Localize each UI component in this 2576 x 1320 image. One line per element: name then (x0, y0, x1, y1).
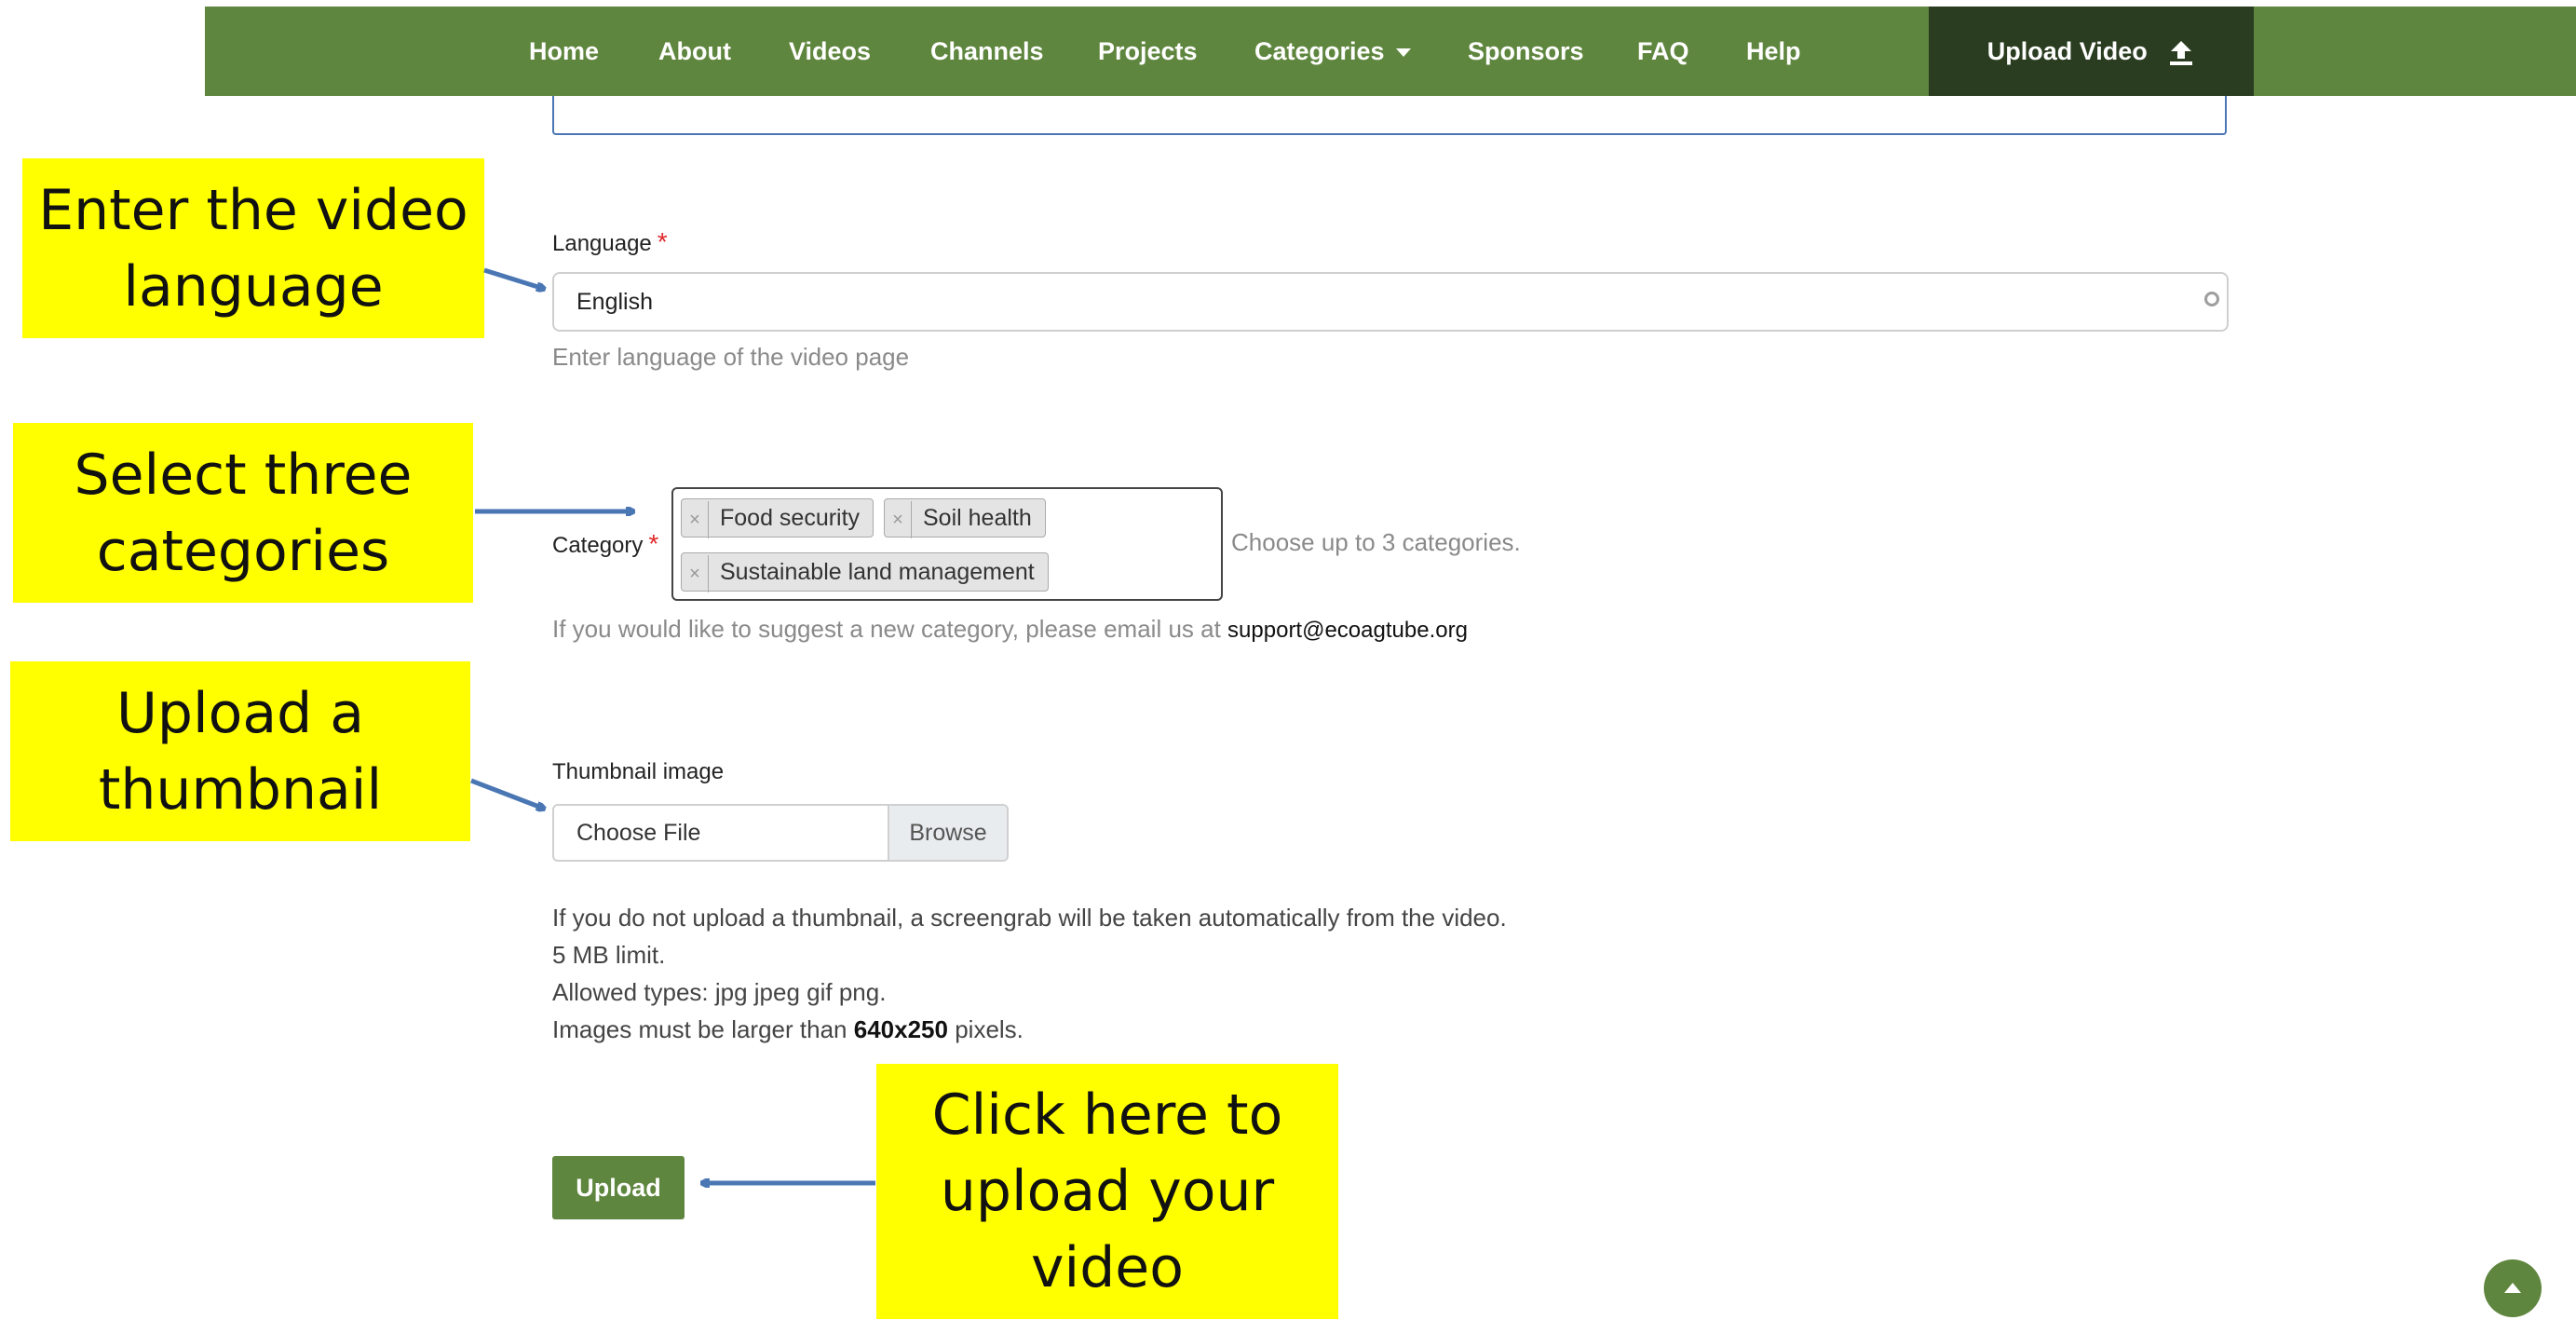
arrow-language (483, 267, 544, 289)
callout-arrows (470, 267, 875, 1320)
chevron-up-icon (2504, 1283, 2521, 1293)
scroll-to-top-button[interactable] (2484, 1259, 2542, 1317)
arrow-thumbnail (470, 778, 544, 809)
